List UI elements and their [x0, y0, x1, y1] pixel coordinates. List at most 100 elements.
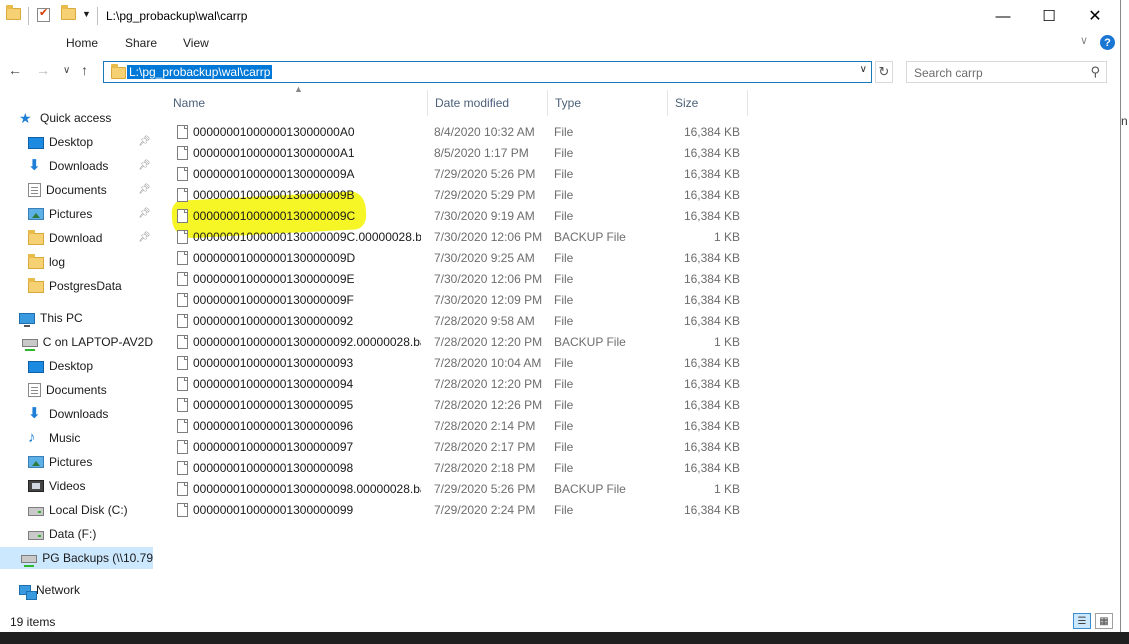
pin-icon[interactable]: 📌︎ [138, 184, 151, 195]
window-title: L:\pg_probackup\wal\carrp [106, 9, 248, 23]
file-date-modified: 7/29/2020 5:26 PM [434, 482, 536, 496]
address-bar[interactable]: L:\pg_probackup\wal\carrp ∨ [103, 61, 872, 83]
folder-icon [28, 254, 44, 269]
navigation-bar: ← → ∨ ↑ L:\pg_probackup\wal\carrp ∨ ↻ Se… [0, 56, 1120, 88]
file-size: 16,384 KB [683, 251, 740, 265]
details-view-icon[interactable]: ☰ [1073, 613, 1091, 629]
desktop-icon [28, 360, 44, 373]
table-row[interactable]: 00000001000000130000009F 7/30/2020 12:09 … [166, 289, 750, 310]
table-row[interactable]: 0000000100000013000000A1 8/5/2020 1:17 PM… [166, 142, 750, 163]
sidebar-item-network[interactable]: Network [19, 579, 153, 601]
table-row[interactable]: 000000010000001300000094 7/28/2020 12:20 … [166, 373, 750, 394]
sidebar-item-downloads[interactable]: ⬇ Downloads 📌︎ [0, 155, 153, 177]
table-row[interactable]: 000000010000001300000098 7/28/2020 2:18 P… [166, 457, 750, 478]
pictures-icon [28, 456, 44, 468]
table-row[interactable]: 0000000100000013000000A0 8/4/2020 10:32 A… [166, 121, 750, 142]
pin-icon[interactable]: 📌︎ [138, 136, 151, 147]
sidebar-item-download[interactable]: Download 📌︎ [0, 227, 153, 249]
column-header-size[interactable]: Size [668, 90, 748, 116]
customize-toolbar-chevron-icon[interactable]: ▼ [82, 9, 91, 19]
file-type: File [554, 419, 574, 433]
sidebar-item-c-drive[interactable]: C on LAPTOP-AV2D [0, 331, 153, 353]
file-date-modified: 8/5/2020 1:17 PM [434, 146, 529, 160]
close-icon[interactable]: ✕ [1072, 0, 1118, 32]
title-bar: ▼ L:\pg_probackup\wal\carrp — ☐ ✕ [0, 0, 1120, 32]
table-row[interactable]: 000000010000001300000099 7/29/2020 2:24 P… [166, 499, 750, 520]
sidebar-item-pg-backups[interactable]: PG Backups (\\10.79 [0, 547, 153, 569]
help-icon[interactable]: ? [1100, 35, 1115, 50]
file-size: 16,384 KB [683, 356, 740, 370]
tab-share[interactable]: Share [125, 36, 157, 50]
table-row[interactable]: 000000010000001300000095 7/28/2020 12:26 … [166, 394, 750, 415]
sidebar-item-videos[interactable]: Videos [0, 475, 153, 497]
table-row[interactable]: 00000001000000130000009A 7/29/2020 5:26 P… [166, 163, 750, 184]
table-row[interactable]: 000000010000001300000096 7/28/2020 2:14 P… [166, 415, 750, 436]
sidebar-item-this-pc[interactable]: This PC [19, 307, 153, 329]
back-arrow-icon[interactable]: ← [8, 62, 22, 78]
file-type: File [554, 440, 574, 454]
search-input[interactable]: Search carrp ⚲ [906, 61, 1107, 83]
sidebar-item-label: Downloads [49, 159, 109, 173]
sidebar-item-label: Downloads [49, 407, 109, 421]
new-folder-icon[interactable] [61, 5, 76, 20]
file-date-modified: 7/30/2020 12:06 PM [434, 272, 543, 286]
file-type: File [554, 146, 574, 160]
file-date-modified: 7/28/2020 10:04 AM [434, 356, 542, 370]
table-row[interactable]: 000000010000001300000097 7/28/2020 2:17 P… [166, 436, 750, 457]
file-date-modified: 7/30/2020 12:09 PM [434, 293, 543, 307]
search-placeholder: Search carrp [914, 66, 983, 80]
sidebar-item-music[interactable]: ♪ Music [0, 427, 153, 449]
table-row[interactable]: 000000010000001300000093 7/28/2020 10:04 … [166, 352, 750, 373]
table-row[interactable]: 00000001000000130000009D 7/30/2020 9:25 A… [166, 247, 750, 268]
sidebar-item-documents[interactable]: Documents 📌︎ [0, 179, 153, 201]
minimize-icon[interactable]: — [980, 0, 1026, 32]
file-name: 000000010000001300000092 [193, 314, 354, 328]
table-row[interactable]: 00000001000000130000009B 7/29/2020 5:29 P… [166, 184, 750, 205]
sidebar-item-desktop[interactable]: Desktop 📌︎ [0, 131, 153, 153]
pin-icon[interactable]: 📌︎ [138, 232, 151, 243]
recent-locations-chevron-icon[interactable]: ∨ [63, 65, 70, 76]
sidebar-item-local-disk[interactable]: Local Disk (C:) [0, 499, 153, 521]
up-arrow-icon[interactable]: ↑ [81, 62, 88, 78]
file-icon [177, 398, 188, 412]
search-icon: ⚲ [1090, 64, 1100, 79]
sidebar-item-quick-access[interactable]: ★ Quick access [19, 107, 153, 129]
divider [97, 7, 98, 25]
sidebar-item-pictures[interactable]: Pictures 📌︎ [0, 203, 153, 225]
table-row[interactable]: 00000001000000130000009C 7/30/2020 9:19 A… [166, 205, 750, 226]
pin-icon[interactable]: 📌︎ [138, 208, 151, 219]
sidebar-item-pc-desktop[interactable]: Desktop [0, 355, 153, 377]
sidebar-item-pc-downloads[interactable]: ⬇ Downloads [0, 403, 153, 425]
pin-icon[interactable]: 📌︎ [138, 160, 151, 171]
large-icons-view-icon[interactable]: ▦ [1095, 613, 1113, 629]
expand-ribbon-chevron-icon[interactable]: ∨ [1080, 34, 1088, 47]
table-row[interactable]: 00000001000000130000009C.00000028.ba... 7… [166, 226, 750, 247]
sidebar-item-pc-documents[interactable]: Documents [0, 379, 153, 401]
table-row[interactable]: 000000010000001300000092 7/28/2020 9:58 A… [166, 310, 750, 331]
divider [28, 7, 29, 25]
address-text[interactable]: L:\pg_probackup\wal\carrp [127, 65, 273, 79]
tab-view[interactable]: View [183, 36, 209, 50]
properties-icon[interactable] [37, 6, 50, 22]
file-type: File [554, 356, 574, 370]
background-window-text: n [1121, 114, 1128, 128]
sidebar-item-log[interactable]: log [0, 251, 153, 273]
file-size: 16,384 KB [683, 125, 740, 139]
sidebar-item-pc-pictures[interactable]: Pictures [0, 451, 153, 473]
tab-home[interactable]: Home [66, 36, 98, 50]
forward-arrow-icon[interactable]: → [36, 62, 50, 78]
table-row[interactable]: 000000010000001300000098.00000028.bac...… [166, 478, 750, 499]
refresh-icon[interactable]: ↻ [875, 61, 893, 83]
maximize-icon[interactable]: ☐ [1026, 0, 1072, 32]
column-header-date[interactable]: Date modified [428, 90, 548, 116]
table-row[interactable]: 000000010000001300000092.00000028.bac...… [166, 331, 750, 352]
sidebar-item-label: This PC [40, 311, 83, 325]
column-header-name[interactable]: Name [166, 90, 428, 116]
sidebar-item-postgresdata[interactable]: PostgresData [0, 275, 153, 297]
address-dropdown-chevron-icon[interactable]: ∨ [860, 64, 867, 75]
sidebar-item-data-drive[interactable]: Data (F:) [0, 523, 153, 545]
column-header-type[interactable]: Type [548, 90, 668, 116]
navigation-pane-scrollbar[interactable] [153, 92, 155, 604]
file-size: 16,384 KB [683, 398, 740, 412]
table-row[interactable]: 00000001000000130000009E 7/30/2020 12:06 … [166, 268, 750, 289]
